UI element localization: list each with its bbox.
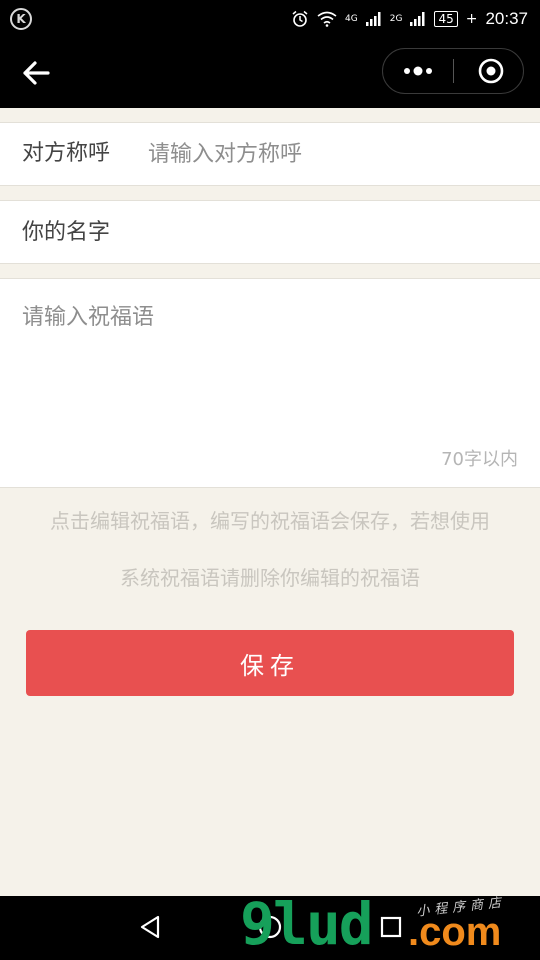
hint-line-1: 点击编辑祝福语，编写的祝福语会保存，若想使用 <box>50 509 490 533</box>
hint-line-2: 系统祝福语请删除你编辑的祝福语 <box>120 566 420 590</box>
back-arrow-icon[interactable] <box>18 55 54 91</box>
name-row <box>0 200 540 264</box>
status-icons: 4G 2G 45 + 20:37 <box>291 0 528 38</box>
capsule-menu <box>382 48 524 94</box>
android-nav-bar <box>0 896 540 960</box>
greeting-textarea[interactable] <box>22 299 518 439</box>
name-input[interactable] <box>22 201 512 263</box>
char-limit-hint: 70字以内 <box>441 449 518 470</box>
network-2g-label: 2G <box>389 14 403 24</box>
target-close-icon[interactable] <box>454 49 524 93</box>
android-back-icon[interactable] <box>136 912 166 942</box>
wifi-icon <box>317 11 337 27</box>
save-button[interactable]: 保存 <box>26 630 514 696</box>
nav-bar <box>0 38 540 108</box>
alarm-icon <box>292 10 308 27</box>
signal-icon <box>365 12 381 26</box>
status-time: 20:37 <box>485 9 528 28</box>
recipient-input[interactable] <box>148 123 508 185</box>
more-dots-icon[interactable] <box>383 49 453 93</box>
recipient-label: 对方称呼 <box>22 141 111 166</box>
charging-icon: + <box>465 11 478 27</box>
android-recents-icon[interactable] <box>376 912 406 942</box>
status-bar: K 4G 2G 45 + 20:37 <box>0 0 540 38</box>
carrier-k-icon: K <box>10 8 32 30</box>
android-home-icon[interactable] <box>255 912 285 942</box>
greeting-row: 70字以内 <box>0 278 540 488</box>
signal-icon-2 <box>410 12 425 26</box>
network-4g-label: 4G <box>345 14 358 24</box>
recipient-row: 对方称呼 <box>0 122 540 186</box>
battery-level: 45 <box>434 11 458 27</box>
